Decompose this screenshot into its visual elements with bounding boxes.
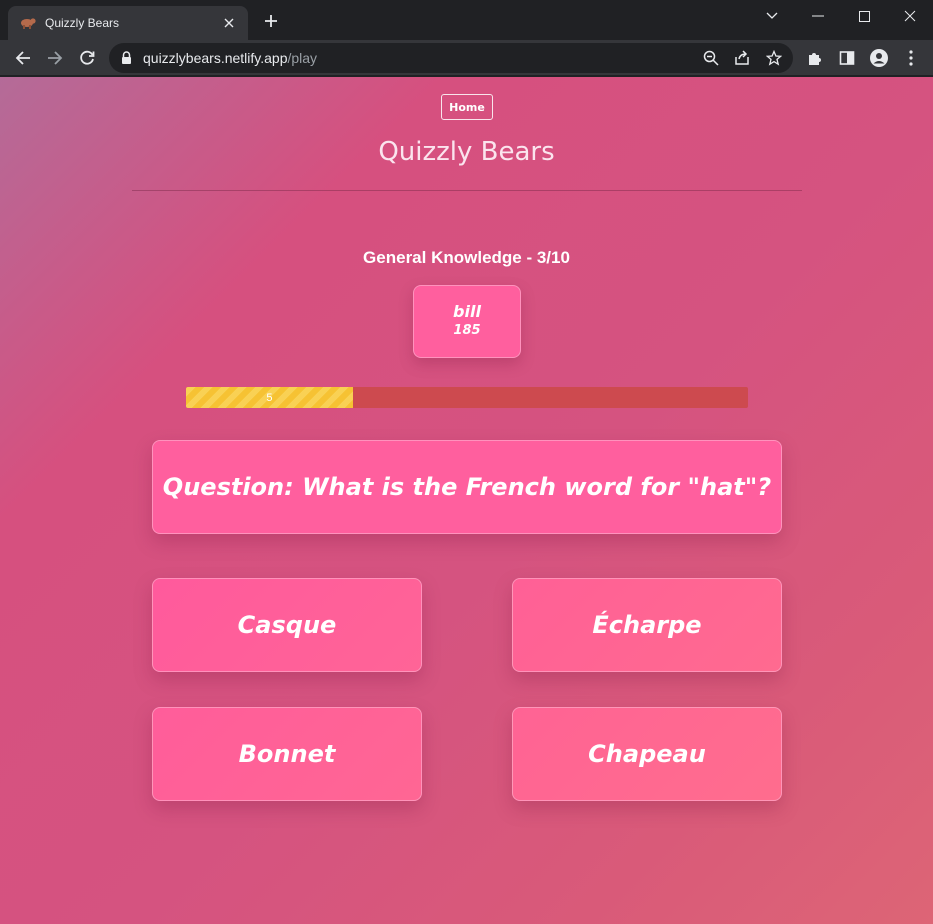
player-score: 185 — [453, 323, 481, 338]
answer-button-2[interactable]: Écharpe — [512, 578, 782, 672]
back-arrow-icon[interactable] — [9, 44, 37, 72]
forward-arrow-icon[interactable] — [41, 44, 69, 72]
browser-tab[interactable]: Quizzly Bears — [8, 6, 248, 40]
tab-title: Quizzly Bears — [45, 16, 120, 30]
extensions-puzzle-icon[interactable] — [801, 44, 829, 72]
bookmark-star-icon[interactable] — [760, 44, 788, 72]
bear-icon — [20, 15, 36, 31]
minimize-icon[interactable] — [795, 0, 841, 32]
close-window-icon[interactable] — [887, 0, 933, 32]
question-card: Question: What is the French word for "h… — [152, 440, 782, 534]
url-host: quizzlybears.netlify.app — [143, 50, 288, 66]
side-panel-icon[interactable] — [833, 44, 861, 72]
new-tab-icon[interactable] — [260, 10, 282, 32]
quiz-page: Home Quizzly Bears General Knowledge - 3… — [0, 77, 933, 924]
profile-avatar-icon[interactable] — [865, 44, 893, 72]
zoom-icon[interactable] — [697, 44, 725, 72]
timer-label: 5 — [266, 391, 273, 404]
maximize-icon[interactable] — [841, 0, 887, 32]
tab-search-chevron-icon[interactable] — [749, 0, 795, 32]
share-icon[interactable] — [728, 44, 756, 72]
address-bar[interactable]: quizzlybears.netlify.app/play — [109, 43, 793, 73]
answer-button-4[interactable]: Chapeau — [512, 707, 782, 801]
answer-button-1[interactable]: Casque — [152, 578, 422, 672]
home-button[interactable]: Home — [441, 94, 493, 120]
timer-bar: 5 — [186, 387, 748, 408]
category-progress: General Knowledge - 3/10 — [363, 248, 570, 267]
page-title: Quizzly Bears — [378, 137, 555, 167]
lock-icon — [121, 50, 135, 66]
tab-strip: Quizzly Bears — [0, 0, 933, 40]
url-text: quizzlybears.netlify.app/play — [143, 50, 317, 66]
reload-icon[interactable] — [73, 44, 101, 72]
player-name: bill — [453, 302, 481, 321]
header-divider — [132, 190, 802, 191]
close-tab-icon[interactable] — [220, 14, 238, 32]
url-path: /play — [287, 50, 318, 66]
browser-toolbar: quizzlybears.netlify.app/play — [0, 40, 933, 76]
answer-button-3[interactable]: Bonnet — [152, 707, 422, 801]
player-card: bill 185 — [413, 285, 521, 358]
menu-kebab-icon[interactable] — [897, 44, 925, 72]
